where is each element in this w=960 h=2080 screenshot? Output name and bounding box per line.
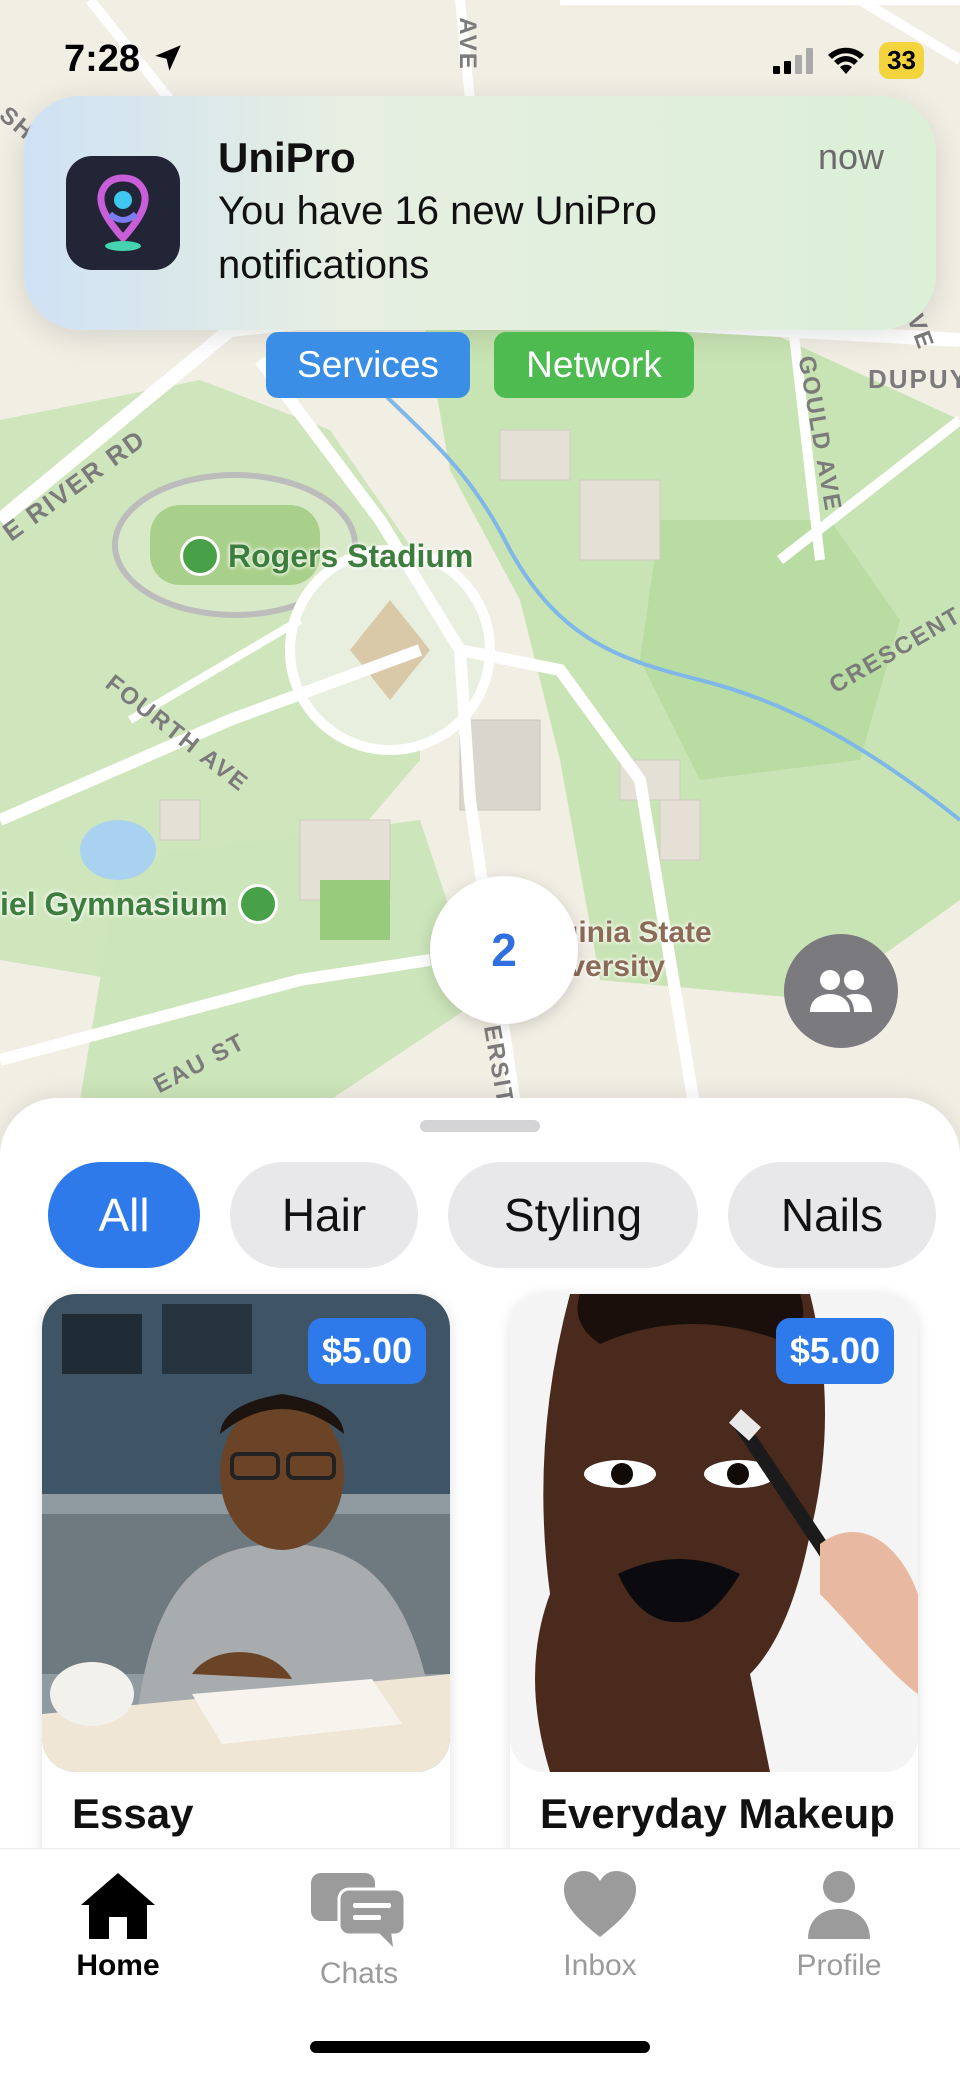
notification-time: now	[817, 136, 884, 177]
filter-label: All	[98, 1189, 150, 1241]
campus-label-line: ginia State	[560, 916, 712, 949]
street-label: DUPUY	[868, 364, 960, 394]
tab-bar: Home Chats Inbox Profile	[0, 1848, 960, 2080]
network-chip[interactable]: Network	[494, 332, 694, 398]
poi-label: Rogers Stadium	[228, 537, 474, 574]
map-cluster-marker[interactable]: 2	[430, 876, 578, 1024]
filter-nails[interactable]: Nails	[728, 1162, 936, 1268]
tab-label: Home	[76, 1949, 160, 1982]
home-icon	[81, 1873, 155, 1939]
tab-label: Profile	[796, 1949, 882, 1982]
cluster-count: 2	[491, 924, 517, 976]
filter-label: Styling	[503, 1189, 643, 1241]
push-notification[interactable]: UniPro You have 16 new UniPro notificati…	[24, 96, 936, 330]
people-icon	[810, 970, 872, 1012]
listing-title: Everyday Makeup	[540, 1790, 895, 1837]
unipro-app-icon	[66, 156, 180, 270]
street-label: AVE	[453, 17, 481, 71]
person-icon	[808, 1871, 870, 1939]
poi-gymnasium[interactable]: iel Gymnasium	[0, 884, 278, 924]
status-time: 7:28	[64, 38, 185, 81]
heart-icon	[564, 1871, 636, 1937]
location-arrow-icon	[154, 45, 181, 71]
notification-message: You have 16 new UniPro notifications	[218, 189, 657, 287]
listing-card[interactable]: $5.00 Essay	[42, 1294, 450, 1848]
listing-title: Essay	[72, 1790, 194, 1837]
cellular-signal-icon	[773, 47, 814, 74]
people-button[interactable]	[784, 934, 898, 1048]
listing-card[interactable]: $5.00 Everyday Makeup	[510, 1294, 918, 1848]
tab-chats[interactable]: Chats	[259, 1869, 459, 1991]
network-chip-label: Network	[526, 344, 662, 385]
notification-app-name: UniPro	[218, 134, 356, 181]
campus-label: ginia State iversity	[560, 916, 712, 984]
wifi-icon	[828, 47, 865, 74]
category-filters: All Hair Styling Nails	[48, 1162, 936, 1268]
tab-label: Chats	[319, 1957, 399, 1990]
filter-label: Hair	[281, 1189, 367, 1241]
clock: 7:28	[64, 38, 141, 80]
poi-label: iel Gymnasium	[0, 885, 228, 922]
poi-rogers-stadium[interactable]: Rogers Stadium	[180, 536, 473, 576]
filter-styling[interactable]: Styling	[448, 1162, 698, 1268]
bottom-sheet[interactable]: All Hair Styling Nails $5.00 Essay $5.00…	[0, 1098, 960, 1848]
filter-label: Nails	[780, 1189, 884, 1241]
tab-inbox[interactable]: Inbox	[500, 1869, 700, 1983]
filter-hair[interactable]: Hair	[230, 1162, 418, 1268]
services-chip[interactable]: Services	[266, 332, 470, 398]
tab-label: Inbox	[563, 1949, 637, 1982]
filter-all[interactable]: All	[48, 1162, 200, 1268]
price-badge: $5.00	[775, 1318, 894, 1384]
sheet-grabber[interactable]	[420, 1120, 540, 1132]
stadium-icon	[180, 536, 220, 576]
battery-level: 33	[879, 42, 924, 79]
price-badge: $5.00	[307, 1318, 426, 1384]
tab-profile[interactable]: Profile	[739, 1869, 939, 1983]
tab-home[interactable]: Home	[18, 1869, 218, 1983]
stadium-icon	[237, 884, 278, 924]
status-indicators: 33	[773, 42, 924, 79]
chat-icon	[311, 1873, 407, 1947]
home-indicator	[310, 2041, 650, 2053]
services-chip-label: Services	[297, 344, 439, 385]
